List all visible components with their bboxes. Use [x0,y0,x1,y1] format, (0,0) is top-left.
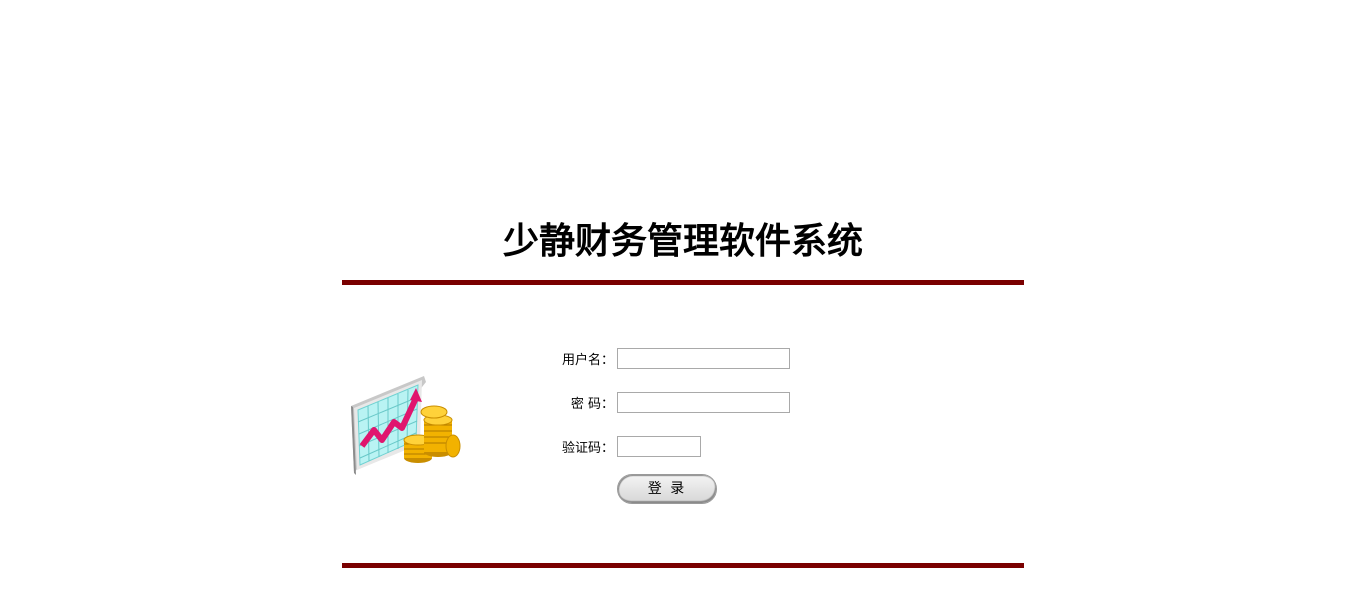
login-button[interactable]: 登 录 [617,474,717,504]
captcha-row: 验证码： [530,435,701,457]
captcha-label: 验证码： [561,440,614,456]
username-label: 用户名： [561,352,614,368]
username-row: 用户名： [530,347,790,369]
bottom-divider [342,563,1024,568]
finance-chart-coins-icon [348,374,466,476]
page-title: 少静财务管理软件系统 [502,221,863,262]
top-divider [342,280,1024,285]
username-input[interactable] [617,347,790,369]
password-row: 密 码： [530,391,790,413]
password-input[interactable] [617,391,790,413]
password-label: 密 码： [570,396,614,412]
login-page: 少静财务管理软件系统 用户名： 密 码： 验证码： 登 录 [0,0,1366,609]
captcha-input[interactable] [617,435,701,457]
